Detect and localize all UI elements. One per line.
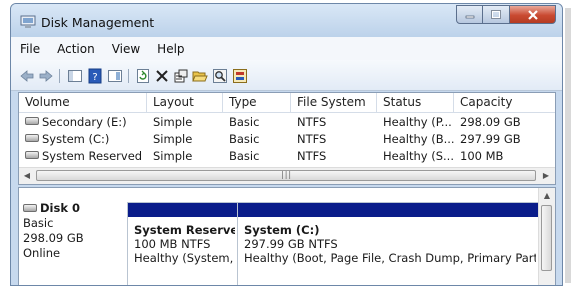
partition-status: Healthy (Boot, Page File, Crash Dump, Pr… (244, 251, 536, 265)
partition-system-reserved[interactable]: System Reserved 100 MB NTFS Healthy (Sys… (127, 202, 238, 285)
volume-cell: System (C:) (19, 131, 147, 148)
status-cell: Healthy (P... (383, 115, 452, 129)
volume-list: Volume Layout Type File System Status Ca… (18, 92, 556, 185)
capacity-cell: 297.99 GB (460, 132, 521, 146)
show-hide-console-tree-icon[interactable] (67, 68, 83, 84)
scroll-right-icon[interactable]: ▶ (539, 169, 553, 183)
volume-cell: System Reserved (19, 148, 147, 165)
file-system-cell: NTFS (297, 115, 327, 129)
column-header-status[interactable]: Status (377, 93, 454, 112)
svg-text:?: ? (92, 72, 97, 83)
partition-system-c[interactable]: System (C:) 297.99 GB NTFS Healthy (Boot… (237, 202, 539, 285)
partition-size: 297.99 GB NTFS (244, 237, 338, 251)
file-system-cell: NTFS (297, 132, 327, 146)
partition-details: System Reserved 100 MB NTFS Healthy (Sys… (134, 223, 235, 265)
table-row[interactable]: System Reserved Simple Basic NTFS Health… (19, 148, 555, 165)
toolbar: ? (11, 60, 562, 91)
horizontal-scrollbar[interactable]: ◀ ||| ▶ (19, 167, 555, 184)
toolbar-separator (59, 69, 60, 83)
minimize-icon (465, 15, 474, 18)
volume-list-header: Volume Layout Type File System Status Ca… (19, 93, 555, 113)
vertical-scroll-thumb[interactable] (541, 205, 552, 271)
scroll-left-icon[interactable]: ◀ (20, 169, 34, 183)
help-icon[interactable]: ? (87, 68, 103, 84)
properties-view-icon[interactable] (107, 68, 123, 84)
drive-icon (25, 151, 39, 159)
disk-size: 298.09 GB (23, 231, 84, 245)
disk-0-info[interactable]: Disk 0 Basic 298.09 GB Online (23, 201, 127, 261)
window-title: Disk Management (41, 15, 155, 30)
caption-buttons (456, 5, 556, 24)
column-header-file-system[interactable]: File System (291, 93, 377, 112)
type-cell: Basic (229, 115, 260, 129)
menu-bar: File Action View Help (11, 37, 562, 60)
layout-cell: Simple (153, 132, 193, 146)
table-row[interactable]: Secondary (E:) Simple Basic NTFS Healthy… (19, 114, 555, 131)
minimize-button[interactable] (456, 5, 483, 24)
toolbar-separator (128, 69, 129, 83)
grip-icon: ||| (281, 170, 293, 179)
maximize-icon (491, 10, 501, 19)
refresh-icon[interactable] (135, 68, 151, 84)
maximize-button[interactable] (483, 5, 510, 24)
capacity-cell: 100 MB (460, 149, 504, 163)
type-cell: Basic (229, 132, 260, 146)
drive-icon (25, 134, 39, 142)
scroll-up-icon[interactable]: ▲ (540, 189, 554, 203)
partition-name: System (C:) (244, 223, 320, 237)
disk-management-window: Disk Management File Action View Help ? (10, 3, 563, 286)
drive-icon (25, 117, 39, 125)
window-shadow (565, 8, 571, 283)
capacity-cell: 298.09 GB (460, 115, 521, 129)
delete-icon[interactable] (154, 68, 170, 84)
volume-name: System Reserved (42, 149, 143, 163)
file-system-cell: NTFS (297, 149, 327, 163)
partition-status: Healthy (System, Active, Primary Partiti… (134, 251, 235, 265)
partition-bar (128, 203, 237, 217)
menu-file[interactable]: File (20, 42, 40, 56)
close-button[interactable] (510, 5, 556, 24)
disk-graphical-view: Disk 0 Basic 298.09 GB Online System Res… (18, 187, 556, 285)
disk-type: Basic (23, 216, 54, 230)
partition-details: System (C:) 297.99 GB NTFS Healthy (Boot… (244, 223, 536, 265)
title-bar[interactable]: Disk Management (11, 4, 562, 37)
column-header-volume[interactable]: Volume (19, 93, 147, 112)
column-header-capacity[interactable]: Capacity (454, 93, 555, 112)
status-cell: Healthy (S... (383, 149, 454, 163)
type-cell: Basic (229, 149, 260, 163)
vertical-scrollbar[interactable]: ▲ (538, 188, 555, 285)
volume-cell: Secondary (E:) (19, 114, 147, 131)
layout-cell: Simple (153, 115, 193, 129)
column-header-layout[interactable]: Layout (147, 93, 223, 112)
back-icon[interactable] (19, 68, 35, 84)
column-header-type[interactable]: Type (223, 93, 291, 112)
menu-help[interactable]: Help (157, 42, 184, 56)
layout-cell: Simple (153, 149, 193, 163)
search-icon[interactable] (212, 68, 228, 84)
menu-view[interactable]: View (112, 42, 140, 56)
horizontal-scroll-thumb[interactable]: ||| (36, 170, 536, 181)
forward-icon[interactable] (38, 68, 54, 84)
disk-management-app-icon (20, 15, 36, 28)
menu-action[interactable]: Action (57, 42, 95, 56)
status-cell: Healthy (B... (383, 132, 454, 146)
table-row[interactable]: System (C:) Simple Basic NTFS Healthy (B… (19, 131, 555, 148)
disk-state: Online (23, 246, 61, 260)
partition-size: 100 MB NTFS (134, 237, 211, 251)
volume-name: Secondary (E:) (42, 115, 127, 129)
disk-icon (23, 204, 37, 212)
close-icon (527, 9, 538, 20)
properties-icon[interactable] (173, 68, 189, 84)
partition-bar (238, 203, 538, 217)
open-folder-icon[interactable] (192, 68, 208, 84)
volume-name: System (C:) (42, 132, 110, 146)
settings-icon[interactable] (232, 68, 248, 84)
disk-name: Disk 0 (40, 201, 80, 215)
partition-name: System Reserved (134, 223, 235, 237)
